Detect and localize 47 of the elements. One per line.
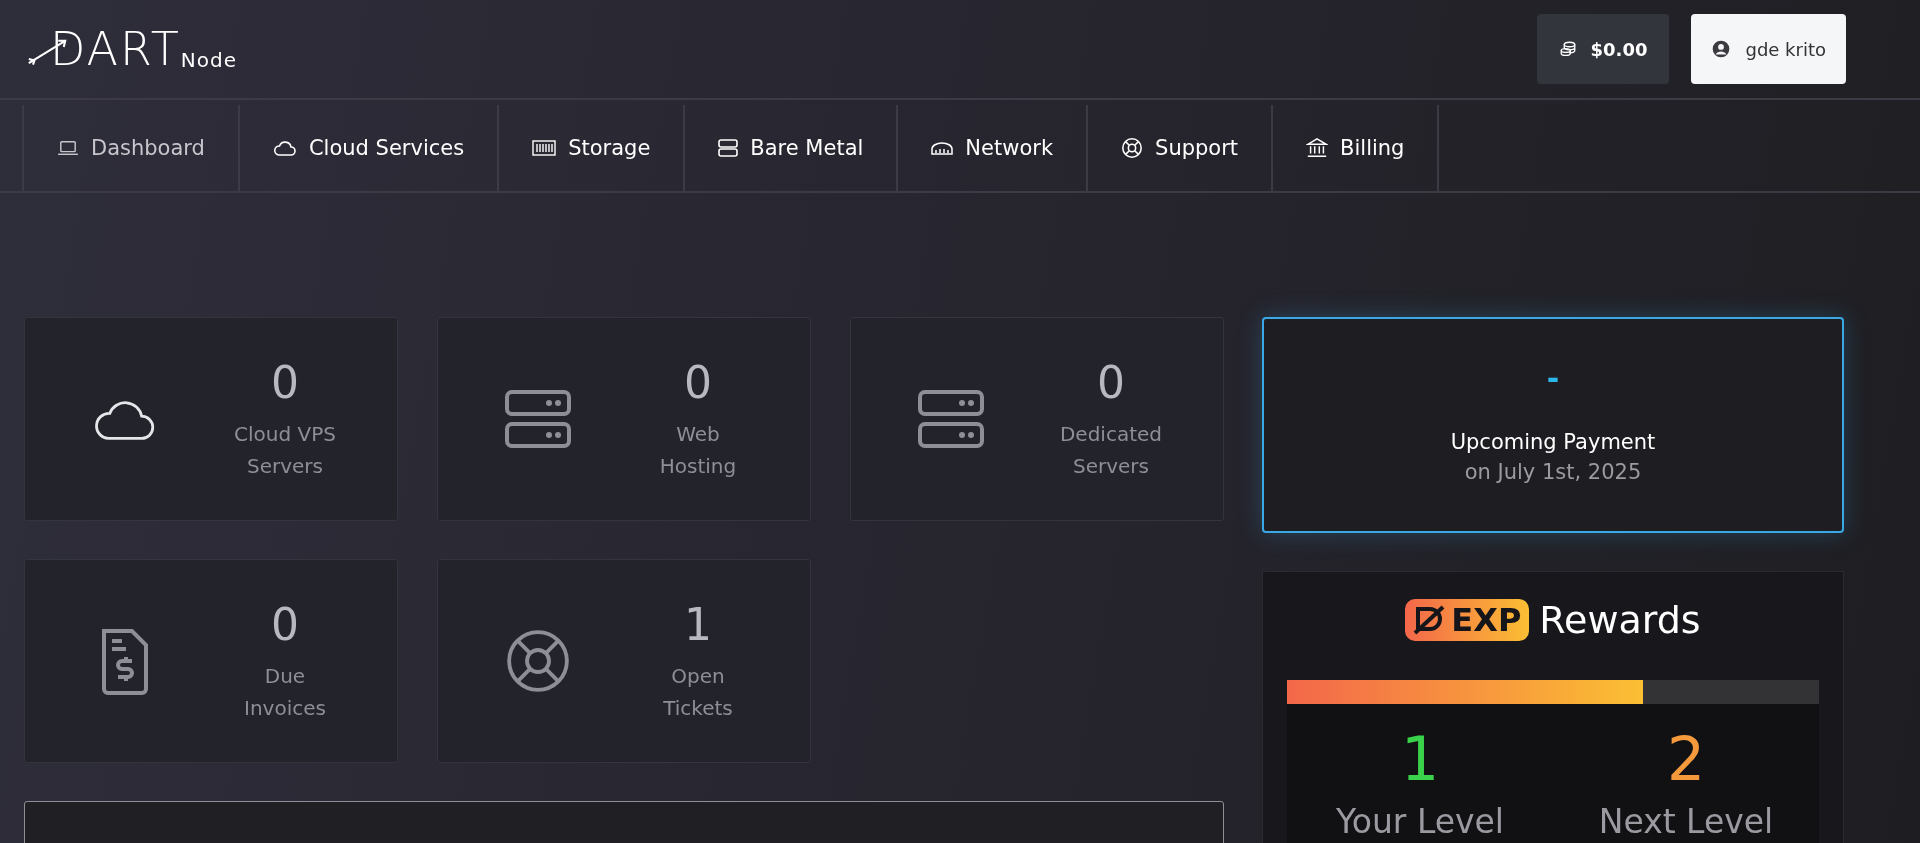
cloud-icon [272,139,297,157]
exp-badge: EXP [1405,599,1530,641]
stat-count: 1 [684,598,712,650]
stat-count: 0 [684,356,712,408]
nav-tab[interactable]: Storage [497,105,684,191]
payment-amount: - [1546,361,1560,396]
nav-tab[interactable]: Cloud Services [237,105,498,191]
stat-card[interactable]: 0 Cloud VPS Servers [24,317,398,521]
user-icon [1711,39,1732,59]
storage-icon [532,139,557,157]
stat-count: 0 [1097,356,1125,408]
user-menu-button[interactable]: gde krito [1691,14,1846,84]
payment-date: on July 1st, 2025 [1464,460,1642,484]
current-level-number: 1 [1400,724,1440,794]
server-icon [918,390,984,448]
stat-count: 0 [271,356,299,408]
dartnode-logo[interactable]: DARTNode [26,26,237,72]
current-level-label: Your Level [1335,802,1504,841]
lifebuoy-icon [1121,137,1144,159]
stat-count: 0 [271,598,299,650]
invoice-icon [100,627,150,695]
rewards-title: Rewards [1539,598,1701,642]
stat-label: Open Tickets [662,662,734,722]
stat-card[interactable]: 1 Open Tickets [437,559,811,763]
stat-label: Dedicated Servers [1058,420,1164,480]
nav-tab[interactable]: Bare Metal [683,105,897,191]
server-icon [505,390,571,448]
coins-icon [1558,40,1577,58]
next-level-number: 2 [1666,724,1706,794]
lifebuoy-icon [505,628,571,694]
laptop-icon [57,139,79,157]
server-icon [718,138,739,158]
network-icon [931,139,954,157]
nav-tab[interactable]: Dashboard [22,105,238,191]
stat-label: Web Hosting [658,420,738,480]
bank-icon [1306,137,1329,159]
next-level-label: Next Level [1598,802,1774,841]
payment-title: Upcoming Payment [1450,430,1656,454]
nav-tab[interactable]: Network [896,105,1087,191]
balance-button[interactable]: $0.00 [1536,14,1670,84]
stat-label: Cloud VPS Servers [233,420,337,480]
nav-tab[interactable]: Support [1086,105,1272,191]
stat-label: Due Invoices [243,662,327,722]
stat-card[interactable]: 0 Web Hosting [437,317,811,521]
stat-card[interactable]: 0 Due Invoices [24,559,398,763]
stat-card[interactable]: 0 Dedicated Servers [850,317,1224,521]
nav-tab[interactable]: Billing [1271,105,1440,191]
